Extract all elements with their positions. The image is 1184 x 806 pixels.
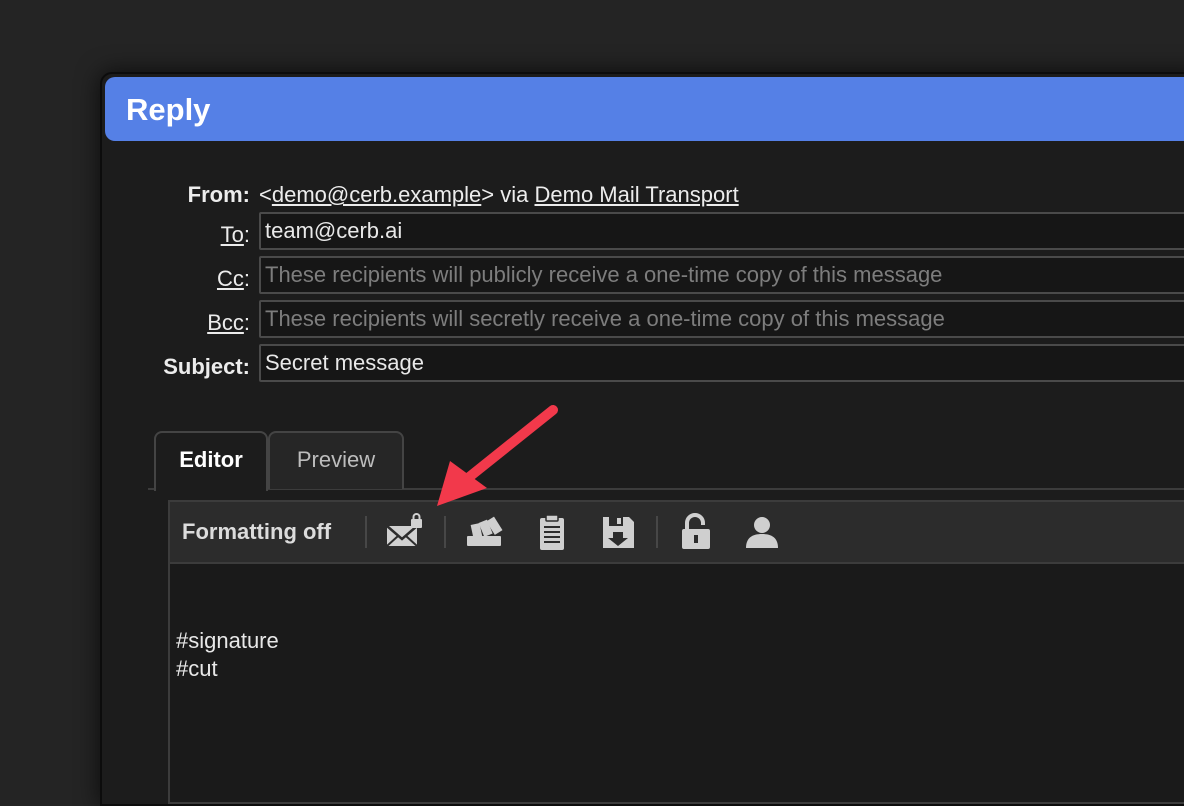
to-label-link[interactable]: To — [221, 222, 244, 247]
bcc-colon: : — [243, 310, 250, 335]
reply-dialog: Reply From: <demo@cerb.example> via Demo… — [100, 72, 1184, 806]
dialog-titlebar[interactable]: Reply — [105, 77, 1184, 141]
user-icon[interactable] — [742, 512, 782, 552]
from-prefix: < — [259, 182, 272, 207]
bcc-label-link[interactable]: Bcc — [207, 310, 244, 335]
dialog-title: Reply — [126, 92, 211, 127]
tab-preview[interactable]: Preview — [268, 431, 404, 489]
from-label: From: — [187, 182, 250, 207]
cc-label-link[interactable]: Cc — [217, 266, 244, 291]
to-field[interactable]: team@cerb.ai — [259, 212, 1184, 250]
encrypt-mail-icon[interactable] — [384, 512, 424, 552]
subject-field[interactable]: Secret message — [259, 344, 1184, 382]
subject-label: Subject: — [163, 354, 250, 379]
editor-toolbar: Formatting off — [168, 500, 1184, 562]
cc-label-row: Cc: — [102, 266, 250, 292]
formatting-toggle[interactable]: Formatting off — [182, 519, 331, 545]
mail-transport-link[interactable]: Demo Mail Transport — [535, 182, 739, 207]
from-suffix: > via — [481, 182, 535, 207]
cc-field[interactable]: These recipients will publicly receive a… — [259, 256, 1184, 294]
toolbar-separator — [444, 516, 446, 548]
from-line: <demo@cerb.example> via Demo Mail Transp… — [259, 182, 739, 208]
from-address-link[interactable]: demo@cerb.example — [272, 182, 481, 207]
tab-editor[interactable]: Editor — [154, 431, 268, 491]
clipboard-icon[interactable] — [532, 512, 572, 552]
message-editor[interactable]: #signature #cut — [168, 562, 1184, 804]
unlock-icon[interactable] — [676, 512, 716, 552]
cc-colon: : — [243, 266, 250, 291]
bcc-label-row: Bcc: — [102, 310, 250, 336]
to-label-row: To: — [102, 222, 250, 248]
snippets-icon[interactable] — [464, 512, 504, 552]
editor-line: #signature — [176, 628, 279, 653]
toolbar-separator — [365, 516, 367, 548]
editor-line: #cut — [176, 656, 218, 681]
save-draft-icon[interactable] — [598, 512, 638, 552]
bcc-field[interactable]: These recipients will secretly receive a… — [259, 300, 1184, 338]
to-colon: : — [243, 222, 250, 247]
toolbar-separator — [656, 516, 658, 548]
